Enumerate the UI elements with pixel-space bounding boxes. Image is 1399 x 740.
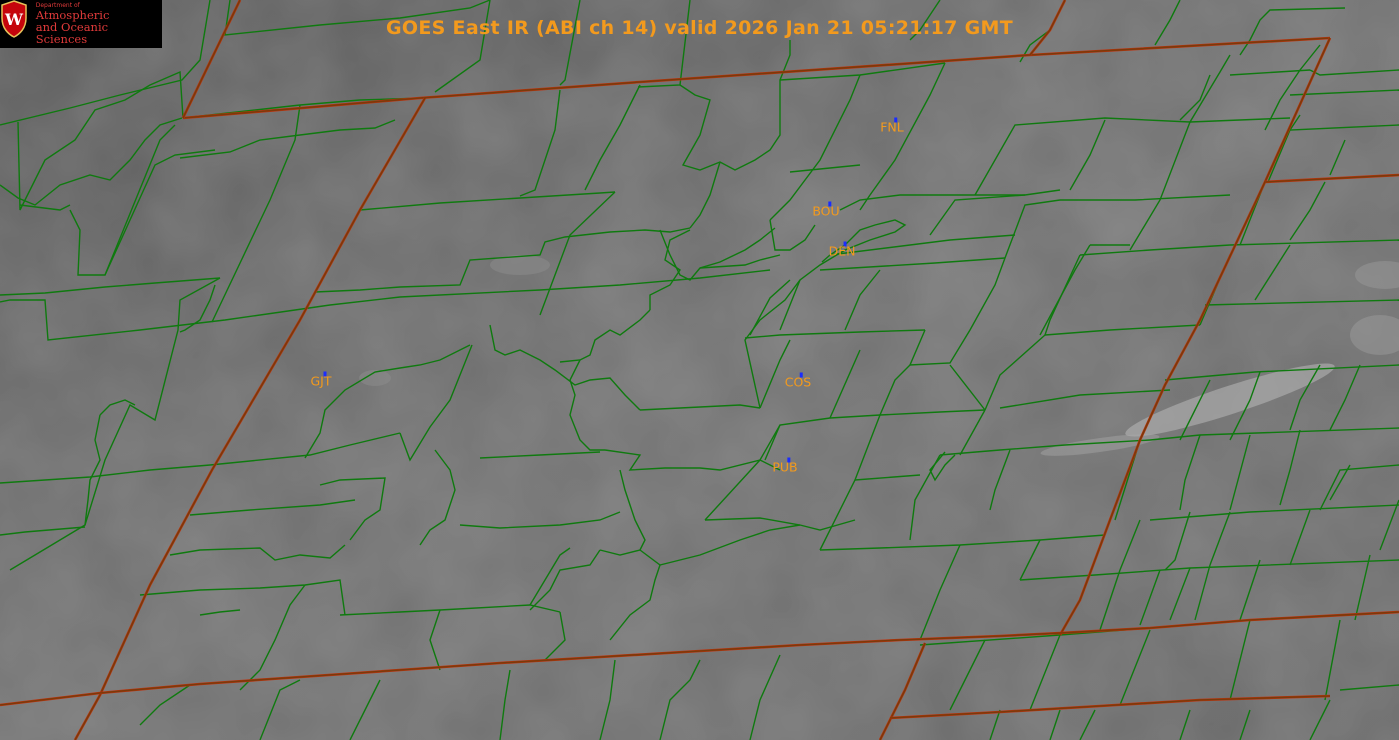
station-den: DEN <box>828 241 856 259</box>
aos-logo: W Department of Atmospheric and Oceanic … <box>0 0 162 48</box>
logo-line-2: and Oceanic Sciences <box>35 20 109 47</box>
station-pub: PUB <box>772 457 798 475</box>
station-gjt: GJT <box>310 371 332 389</box>
station-marker-icon <box>799 372 803 378</box>
svg-text:W: W <box>4 10 24 29</box>
station-marker-icon <box>786 457 790 463</box>
satellite-map: W Department of Atmospheric and Oceanic … <box>0 0 1399 740</box>
station-fnl: FNL <box>880 117 904 135</box>
uw-seal-icon: W <box>1 0 33 44</box>
station-marker-icon <box>844 241 847 247</box>
station-marker-icon <box>322 371 326 377</box>
station-marker-icon <box>893 117 897 123</box>
station-marker-icon <box>828 201 831 207</box>
ir-imagery <box>0 0 1399 740</box>
logo-text: Department of Atmospheric and Oceanic Sc… <box>35 2 162 47</box>
station-bou: BOU <box>812 201 840 219</box>
station-cos: COS <box>784 372 812 390</box>
